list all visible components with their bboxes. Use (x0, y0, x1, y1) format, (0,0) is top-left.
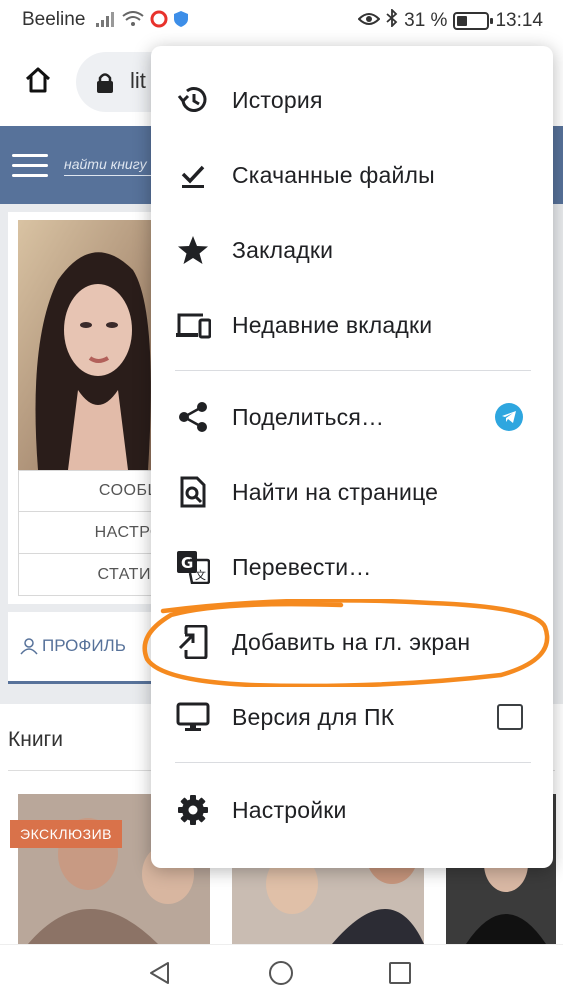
menu-item-find-in-page[interactable]: Найти на странице (151, 456, 553, 528)
add-to-home-icon (175, 624, 211, 660)
downloads-icon (175, 157, 211, 193)
eye-icon (357, 10, 381, 32)
overflow-menu: История Скачанные файлы Закладки Недавни… (151, 46, 553, 868)
menu-label: Версия для ПК (232, 703, 395, 730)
svg-text:G: G (181, 554, 193, 572)
wifi-icon (122, 11, 144, 32)
exclusive-badge: ЭКСКЛЮЗИВ (10, 820, 123, 848)
home-circle-icon (269, 961, 293, 985)
back-button[interactable] (144, 957, 176, 989)
lock-icon (97, 73, 113, 93)
battery-percent: 31 % (404, 10, 448, 31)
menu-label: Скачанные файлы (232, 161, 435, 188)
svg-text:文: 文 (195, 568, 206, 582)
opera-icon (150, 10, 168, 33)
menu-label: История (232, 86, 323, 113)
menu-label: Перевести… (232, 553, 372, 580)
clock: 13:14 (495, 10, 543, 31)
find-in-page-icon (175, 474, 211, 510)
menu-label: Недавние вкладки (232, 311, 433, 338)
translate-icon: G文 (175, 549, 211, 585)
menu-divider (175, 370, 531, 371)
profile-link-messages[interactable]: СООБЩ (18, 470, 168, 512)
hamburger-menu-icon[interactable] (12, 154, 48, 178)
menu-item-add-to-home-screen[interactable]: Добавить на гл. экран (151, 606, 553, 678)
desktop-site-checkbox[interactable] (497, 704, 523, 730)
battery-icon (453, 12, 494, 30)
menu-item-recent-tabs[interactable]: Недавние вкладки (151, 289, 553, 361)
menu-item-share[interactable]: Поделиться… (151, 381, 553, 453)
status-bar: Beeline 31 % 13:14 (0, 0, 563, 40)
star-icon (175, 232, 211, 268)
recents-button[interactable] (384, 957, 416, 989)
carrier-label: Beeline (22, 9, 86, 30)
menu-label: Добавить на гл. экран (232, 628, 471, 655)
menu-item-bookmarks[interactable]: Закладки (151, 214, 553, 286)
menu-item-settings[interactable]: Настройки (151, 774, 553, 846)
shield-icon (174, 11, 188, 32)
signal-icon (96, 11, 116, 32)
home-button[interactable] (18, 60, 58, 100)
profile-link-stats[interactable]: СТАТИС (18, 554, 168, 596)
bluetooth-icon (386, 7, 398, 33)
menu-label: Найти на странице (232, 478, 439, 505)
profile-link-settings[interactable]: НАСТРО (18, 512, 168, 554)
menu-item-desktop-site[interactable]: Версия для ПК (151, 681, 553, 753)
menu-item-downloads[interactable]: Скачанные файлы (151, 139, 553, 211)
avatar[interactable] (18, 220, 168, 470)
devices-icon (175, 307, 211, 343)
share-icon (175, 399, 211, 435)
home-nav-button[interactable] (265, 957, 297, 989)
menu-item-translate[interactable]: G文 Перевести… (151, 531, 553, 603)
tab-profile-label: ПРОФИЛЬ (42, 636, 126, 655)
recents-icon (389, 962, 411, 984)
telegram-icon[interactable] (495, 403, 523, 431)
back-icon (150, 962, 169, 984)
menu-label: Закладки (232, 236, 334, 263)
tab-profile[interactable]: ПРОФИЛЬ (20, 636, 126, 656)
menu-item-history[interactable]: История (151, 64, 553, 136)
home-icon (25, 67, 51, 93)
desktop-icon (175, 699, 211, 735)
url-text: lit (130, 68, 146, 93)
settings-icon (175, 792, 211, 828)
history-icon (175, 82, 211, 118)
menu-divider (175, 762, 531, 763)
books-title: Книги (8, 728, 63, 751)
system-nav-bar (0, 944, 563, 1000)
menu-label: Настройки (232, 796, 347, 823)
menu-label: Поделиться… (232, 403, 385, 430)
profile-links: СООБЩ НАСТРО СТАТИС (18, 470, 168, 596)
user-icon (20, 638, 38, 655)
